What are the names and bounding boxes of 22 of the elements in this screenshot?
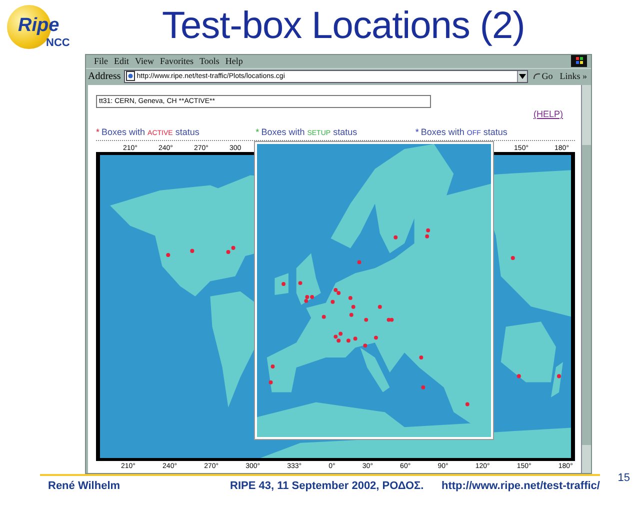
menu-item[interactable]: File bbox=[94, 56, 108, 66]
help-link[interactable]: (HELP) bbox=[533, 108, 563, 123]
menu-item[interactable]: View bbox=[135, 56, 154, 66]
legend-marker: * bbox=[256, 126, 260, 139]
page-number: 15 bbox=[618, 472, 630, 484]
dropdown-caret-icon[interactable] bbox=[518, 74, 526, 79]
menu-item[interactable]: Edit bbox=[114, 56, 130, 66]
menu-item[interactable]: Help bbox=[225, 56, 243, 66]
links-button[interactable]: Links » bbox=[558, 71, 589, 82]
footer-author: René Wilhelm bbox=[48, 480, 120, 492]
address-label: Address bbox=[88, 70, 121, 82]
menu-item[interactable]: Favorites bbox=[160, 56, 194, 66]
menu-item[interactable]: Tools bbox=[199, 56, 220, 66]
go-button[interactable]: Go bbox=[530, 71, 555, 82]
legend-marker: * bbox=[96, 126, 100, 139]
footer-event: RIPE 43, 11 September 2002, ΡΟΔΟΣ. bbox=[230, 480, 424, 492]
page-icon bbox=[126, 71, 135, 82]
legend-marker: * bbox=[415, 126, 419, 139]
footer-url: http://www.ripe.net/test-traffic/ bbox=[442, 480, 600, 492]
scrollbar[interactable] bbox=[581, 84, 591, 473]
slide-title: Test-box Locations (2) bbox=[162, 5, 525, 48]
windows-flag-icon bbox=[571, 55, 587, 68]
